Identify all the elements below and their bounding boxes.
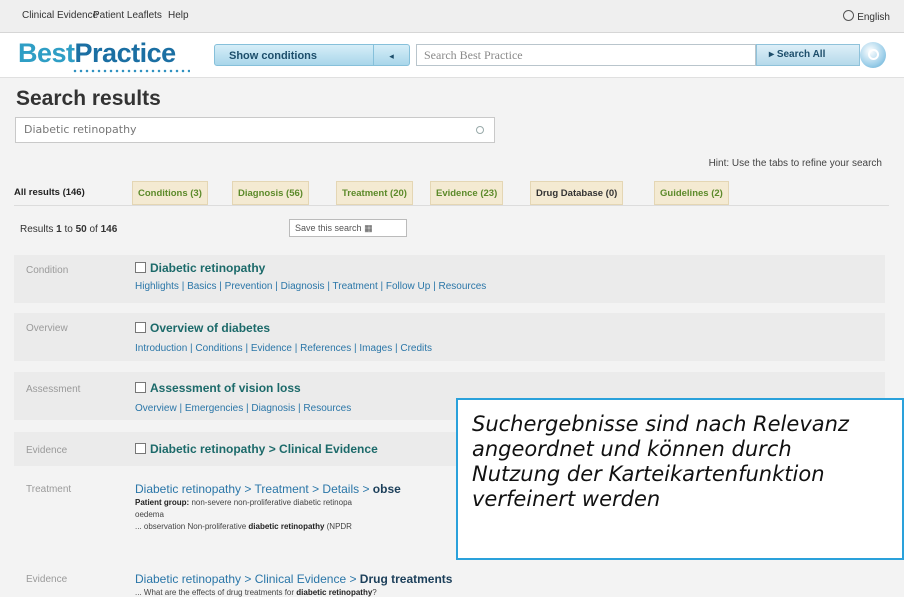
tab-all-results[interactable]: All results (146) [14, 181, 85, 205]
bestpractice-logo[interactable]: BestPractice [18, 38, 176, 69]
results-search-input[interactable]: Diabetic retinopathy [15, 117, 495, 143]
annotation-callout: Suchergebnisse sind nach Relevanz angeor… [456, 398, 904, 560]
snippet-text: ? [372, 588, 377, 597]
save-icon: ▦ [364, 223, 373, 233]
result-title-text: Assessment of vision loss [150, 381, 301, 395]
top-navigation: Clinical Evidence Patient Leaflets Help … [0, 0, 904, 33]
result-snippet: ... What are the effects of drug treatme… [135, 588, 377, 597]
save-search-button[interactable]: Save this search ▦ [289, 219, 407, 237]
result-title-bold: obse [372, 482, 401, 496]
tab-divider [14, 205, 889, 206]
tab-conditions[interactable]: Conditions (3) [132, 181, 208, 205]
result-row: Evidence Diabetic retinopathy > Clinical… [14, 566, 885, 597]
result-snippet: Patient group: non-severe non-proliferat… [135, 498, 352, 507]
callout-line: Suchergebnisse sind nach Relevanz [472, 412, 849, 436]
language-selector[interactable]: English [843, 10, 890, 23]
query-text: Diabetic retinopathy [24, 123, 137, 136]
result-title-text: Diabetic retinopathy > Clinical Evidence… [135, 572, 360, 586]
count-to-label: to [61, 224, 76, 235]
nav-help[interactable]: Help [168, 10, 189, 21]
checkbox-icon[interactable] [135, 322, 146, 333]
nav-clinical-evidence[interactable]: Clinical Evidence [22, 10, 98, 21]
tab-evidence[interactable]: Evidence (23) [430, 181, 504, 205]
tab-guidelines[interactable]: Guidelines (2) [654, 181, 729, 205]
callout-line: verfeinert werden [472, 487, 661, 511]
result-type: Evidence [26, 445, 68, 456]
result-title[interactable]: Diabetic retinopathy > Clinical Evidence [135, 442, 378, 456]
result-section-links[interactable]: Overview | Emergencies | Diagnosis | Res… [135, 403, 351, 414]
result-title-text: Diabetic retinopathy > Treatment > Detai… [135, 482, 373, 496]
snippet-highlight: diabetic retinopathy [248, 522, 325, 531]
result-type: Evidence [26, 574, 68, 585]
snippet-text: ... observation Non-proliferative [135, 522, 249, 531]
search-icon[interactable] [476, 126, 484, 134]
result-title[interactable]: Overview of diabetes [135, 321, 270, 335]
logo-best: Best [18, 38, 75, 68]
result-row: Overview Overview of diabetes Introducti… [14, 313, 885, 361]
snippet-label: Patient group: [135, 498, 190, 507]
result-title-text: Diabetic retinopathy > Clinical Evidence [150, 442, 378, 456]
search-all-button[interactable]: ▸ Search All [756, 44, 860, 66]
tab-diagnosis[interactable]: Diagnosis (56) [232, 181, 309, 205]
logo-dots [72, 69, 190, 73]
result-snippet: ... observation Non-proliferative diabet… [135, 522, 352, 531]
show-conditions-button[interactable]: Show conditions [214, 44, 374, 66]
page-title: Search results [16, 87, 161, 110]
tab-drug-database[interactable]: Drug Database (0) [530, 181, 624, 205]
globe-icon [843, 10, 855, 21]
snippet-highlight: diabetic retinopathy [296, 588, 373, 597]
results-count: Results 1 to 50 of 146 [20, 224, 117, 235]
result-title[interactable]: Diabetic retinopathy [135, 261, 265, 275]
hint-text: Hint: Use the tabs to refine your search [708, 158, 882, 169]
callout-line: angeordnet und können durch [472, 437, 792, 461]
checkbox-icon[interactable] [135, 443, 146, 454]
logo-practice: Practice [74, 38, 177, 68]
result-section-links[interactable]: Introduction | Conditions | Evidence | R… [135, 343, 432, 354]
result-title[interactable]: Diabetic retinopathy > Treatment > Detai… [135, 482, 401, 496]
checkbox-icon[interactable] [135, 382, 146, 393]
snippet-text: ... What are the effects of drug treatme… [135, 588, 297, 597]
main-search-input[interactable]: Search Best Practice [416, 44, 756, 66]
snippet-text: (NPDR [324, 522, 352, 531]
result-type: Assessment [26, 384, 81, 395]
snippet-text: non-severe non-proliferative diabetic re… [189, 498, 352, 507]
nav-patient-leaflets[interactable]: Patient Leaflets [93, 10, 162, 21]
result-type: Overview [26, 323, 68, 334]
result-type: Condition [26, 265, 69, 276]
result-title-bold: Drug treatments [359, 572, 453, 586]
search-icon[interactable] [860, 42, 886, 68]
result-snippet: oedema [135, 510, 164, 519]
count-of-label: of [86, 224, 101, 235]
count-total: 146 [100, 224, 118, 235]
callout-line: Nutzung der Karteikartenfunktion [472, 462, 825, 486]
tab-treatment[interactable]: Treatment (20) [336, 181, 413, 205]
save-search-label: Save this search [295, 223, 362, 233]
result-title[interactable]: Diabetic retinopathy > Clinical Evidence… [135, 572, 452, 586]
count-to: 50 [75, 224, 87, 235]
language-label: English [857, 12, 890, 23]
result-row: Condition Diabetic retinopathy Highlight… [14, 255, 885, 303]
result-title-text: Overview of diabetes [150, 321, 271, 335]
show-conditions-dropdown[interactable]: ◂ [374, 44, 410, 66]
result-section-links[interactable]: Highlights | Basics | Prevention | Diagn… [135, 281, 486, 292]
result-title-text: Diabetic retinopathy [150, 261, 266, 275]
result-title[interactable]: Assessment of vision loss [135, 381, 301, 395]
checkbox-icon[interactable] [135, 262, 146, 273]
count-prefix: Results [20, 224, 57, 235]
search-all-label: Search All [776, 49, 826, 60]
result-type: Treatment [26, 484, 72, 495]
header-bar: BestPractice Show conditions ◂ Search Be… [0, 33, 904, 78]
